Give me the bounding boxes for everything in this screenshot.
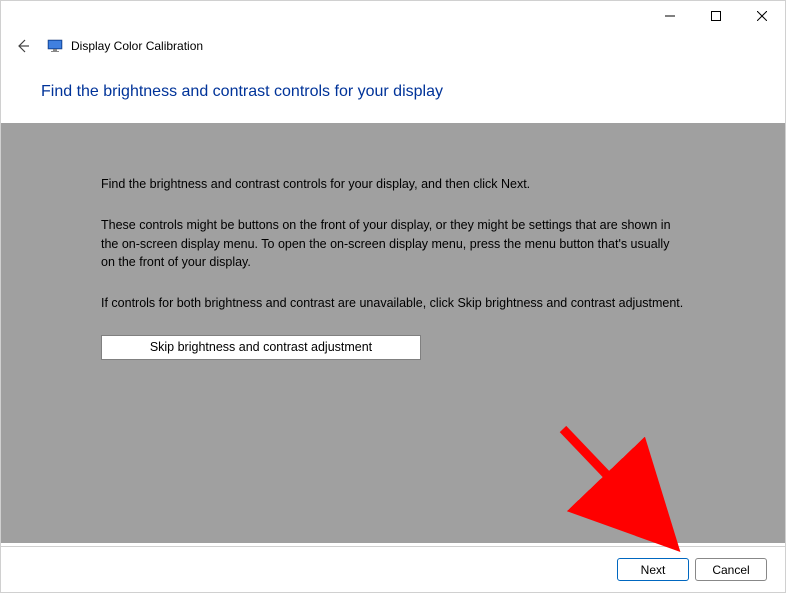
- back-arrow-icon[interactable]: [11, 34, 35, 58]
- instruction-text-1: Find the brightness and contrast control…: [101, 175, 685, 194]
- instruction-text-3: If controls for both brightness and cont…: [101, 294, 685, 313]
- skip-adjustment-button[interactable]: Skip brightness and contrast adjustment: [101, 335, 421, 360]
- window-controls: [647, 1, 785, 31]
- close-button[interactable]: [739, 1, 785, 31]
- footer: Next Cancel: [1, 546, 785, 592]
- maximize-button[interactable]: [693, 1, 739, 31]
- instruction-text-2: These controls might be buttons on the f…: [101, 216, 685, 272]
- cancel-button[interactable]: Cancel: [695, 558, 767, 581]
- next-button[interactable]: Next: [617, 558, 689, 581]
- app-icon: [47, 38, 63, 54]
- page-heading: Find the brightness and contrast control…: [1, 61, 785, 123]
- title-bar: [1, 1, 785, 31]
- content-area: Find the brightness and contrast control…: [1, 123, 785, 543]
- header: Display Color Calibration: [1, 31, 785, 61]
- app-title: Display Color Calibration: [71, 39, 203, 53]
- minimize-button[interactable]: [647, 1, 693, 31]
